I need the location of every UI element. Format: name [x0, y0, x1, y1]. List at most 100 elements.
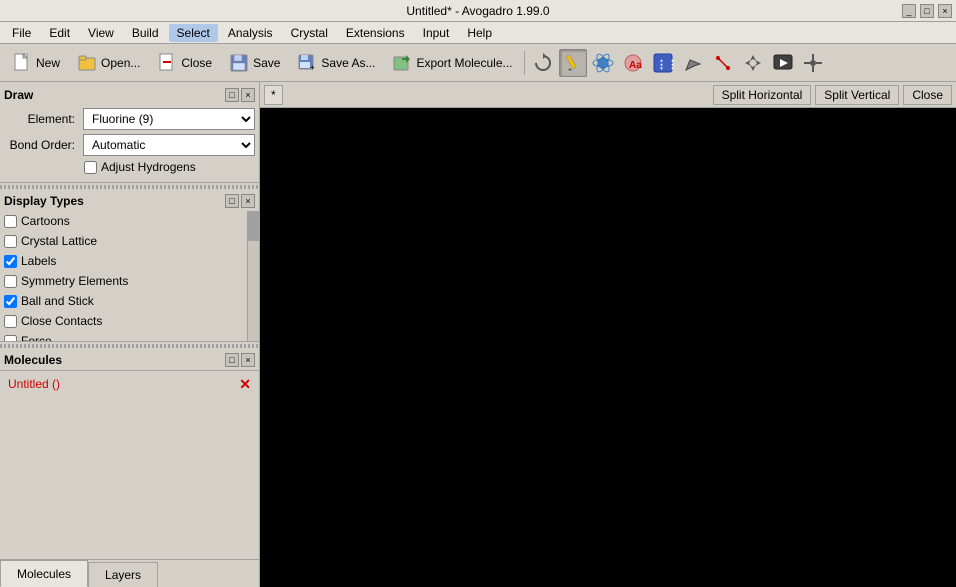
display-item-checkbox[interactable]: [4, 315, 17, 328]
draw-tool-button[interactable]: [559, 49, 587, 77]
display-types-list: Cartoons•••Crystal Lattice••• Labels Symme…: [0, 211, 259, 341]
menu-file[interactable]: File: [4, 24, 39, 42]
list-item: Cartoons•••: [0, 211, 259, 231]
list-item: Close Contacts•••: [0, 311, 259, 331]
display-types-controls: □ ×: [225, 194, 255, 208]
display-item-label: Force: [21, 334, 255, 341]
split-horizontal-button[interactable]: Split Horizontal: [713, 85, 812, 105]
display-item-label: Labels: [21, 254, 255, 268]
bond-tool-button[interactable]: ⋮⋮: [649, 49, 677, 77]
list-item: Crystal Lattice•••: [0, 231, 259, 251]
display-types-title: Display Types: [4, 194, 84, 208]
close-file-icon: [156, 52, 178, 74]
molecules-controls: □ ×: [225, 353, 255, 367]
close-window-button[interactable]: ×: [938, 4, 952, 18]
save-icon: [228, 52, 250, 74]
list-item: Symmetry Elements: [0, 271, 259, 291]
bottom-tabs: Molecules Layers: [0, 559, 259, 587]
molecule-name: Untitled (): [8, 377, 60, 391]
svg-text:Aa: Aa: [629, 60, 642, 71]
minimize-button[interactable]: _: [902, 4, 916, 18]
rotate-tool-button[interactable]: [529, 49, 557, 77]
canvas-tab[interactable]: *: [264, 85, 283, 105]
display-item-checkbox[interactable]: [4, 335, 17, 342]
menu-build[interactable]: Build: [124, 24, 167, 42]
canvas-header-left: *: [264, 85, 283, 105]
title-bar: Untitled* - Avogadro 1.99.0 _ □ ×: [0, 0, 956, 22]
menu-extensions[interactable]: Extensions: [338, 24, 413, 42]
window-title: Untitled* - Avogadro 1.99.0: [406, 4, 549, 18]
bond-order-row: Bond Order: Automatic Single Double Trip…: [4, 134, 255, 156]
measure-tool-button[interactable]: [709, 49, 737, 77]
element-label: Element:: [4, 112, 79, 126]
manipulate-tool-button[interactable]: [799, 49, 827, 77]
svg-text:+: +: [310, 63, 315, 72]
menu-analysis[interactable]: Analysis: [220, 24, 281, 42]
element-row: Element: Fluorine (9) Hydrogen (1) Carbo…: [4, 108, 255, 130]
right-panel: * Split Horizontal Split Vertical Close: [260, 82, 956, 587]
open-icon: [76, 52, 98, 74]
split-vertical-button[interactable]: Split Vertical: [815, 85, 899, 105]
list-item: Labels: [0, 251, 259, 271]
menu-edit[interactable]: Edit: [41, 24, 78, 42]
menu-bar: File Edit View Build Select Analysis Cry…: [0, 22, 956, 44]
display-item-label: Cartoons: [21, 214, 246, 228]
molecules-list: Untitled () ✕: [0, 371, 259, 559]
menu-input[interactable]: Input: [415, 24, 458, 42]
canvas-close-button[interactable]: Close: [903, 85, 952, 105]
bond-order-label: Bond Order:: [4, 138, 79, 152]
save-button[interactable]: Save: [221, 48, 287, 78]
display-item-label: Symmetry Elements: [21, 274, 255, 288]
molecules-float-button[interactable]: □: [225, 353, 239, 367]
animate-tool-button[interactable]: [769, 49, 797, 77]
new-button[interactable]: New: [4, 48, 67, 78]
menu-crystal[interactable]: Crystal: [283, 24, 336, 42]
label-tool-button[interactable]: Aa: [619, 49, 647, 77]
tab-layers[interactable]: Layers: [88, 562, 158, 587]
menu-view[interactable]: View: [80, 24, 122, 42]
display-types-scrollbar[interactable]: [247, 211, 259, 341]
adjust-hydrogens-checkbox[interactable]: [84, 161, 97, 174]
menu-select[interactable]: Select: [169, 24, 218, 42]
element-select[interactable]: Fluorine (9) Hydrogen (1) Carbon (6) Nit…: [83, 108, 255, 130]
draw-close-button[interactable]: ×: [241, 88, 255, 102]
display-types-close-button[interactable]: ×: [241, 194, 255, 208]
window-controls: _ □ ×: [902, 4, 952, 18]
navigate-tool-button[interactable]: [739, 49, 767, 77]
display-item-checkbox[interactable]: [4, 235, 17, 248]
select-tool-button[interactable]: [679, 49, 707, 77]
close-button[interactable]: Close: [149, 48, 219, 78]
drag-handle-1[interactable]: [0, 185, 259, 189]
save-as-button[interactable]: + Save As...: [289, 48, 382, 78]
display-item-checkbox[interactable]: [4, 295, 17, 308]
display-item-checkbox[interactable]: [4, 255, 17, 268]
adjust-hydrogens-label[interactable]: Adjust Hydrogens: [101, 160, 196, 174]
atom-tool-button[interactable]: [589, 49, 617, 77]
export-button[interactable]: Export Molecule...: [384, 48, 519, 78]
display-item-label: Ball and Stick: [21, 294, 246, 308]
menu-help[interactable]: Help: [459, 24, 500, 42]
display-types-scrollbar-thumb[interactable]: [248, 211, 259, 241]
toolbar-separator-1: [524, 51, 525, 75]
display-item-checkbox[interactable]: [4, 215, 17, 228]
maximize-button[interactable]: □: [920, 4, 934, 18]
molecule-delete-button[interactable]: ✕: [239, 376, 251, 393]
draw-float-button[interactable]: □: [225, 88, 239, 102]
molecules-header: Molecules □ ×: [0, 350, 259, 371]
new-icon: [11, 52, 33, 74]
list-item: Force: [0, 331, 259, 341]
canvas-area[interactable]: [260, 108, 956, 587]
export-icon: [391, 52, 413, 74]
display-item-label: Close Contacts: [21, 314, 246, 328]
draw-header: Draw □ ×: [4, 86, 255, 104]
tab-molecules[interactable]: Molecules: [0, 560, 88, 587]
display-types-float-button[interactable]: □: [225, 194, 239, 208]
bond-order-select[interactable]: Automatic Single Double Triple: [83, 134, 255, 156]
display-item-checkbox[interactable]: [4, 275, 17, 288]
toolbar: New Open... Close Save: [0, 44, 956, 82]
list-item: Untitled () ✕: [4, 373, 255, 395]
drag-handle-2[interactable]: [0, 344, 259, 348]
molecules-close-button[interactable]: ×: [241, 353, 255, 367]
open-button[interactable]: Open...: [69, 48, 147, 78]
save-as-icon: +: [296, 52, 318, 74]
